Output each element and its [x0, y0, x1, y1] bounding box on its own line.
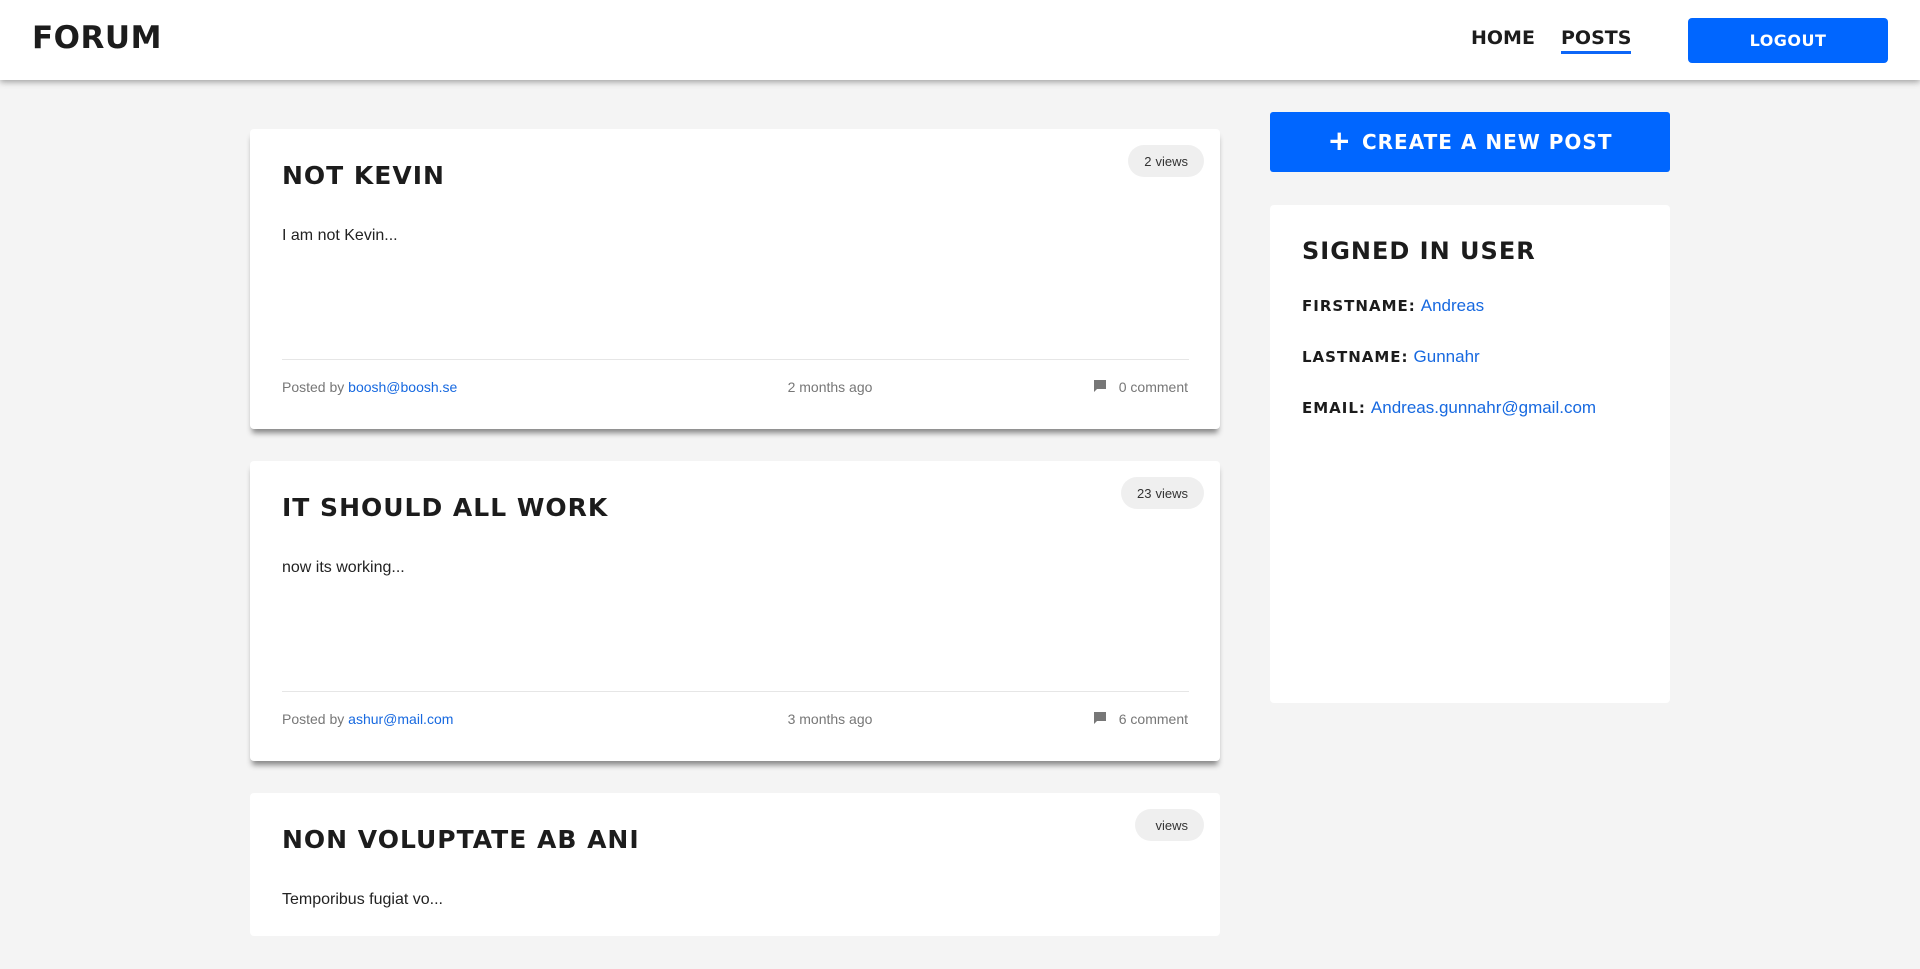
views-label: views [1155, 817, 1188, 833]
post-author-link[interactable]: ashur@mail.com [348, 711, 453, 727]
lastname-label: LASTNAME: [1302, 348, 1409, 366]
post-card[interactable]: 23 views IT SHOULD ALL WORK now its work… [250, 461, 1220, 761]
post-title[interactable]: NOT KEVIN [282, 161, 445, 190]
top-navbar: FORUM HOME POSTS LOGOUT [0, 0, 1920, 80]
post-excerpt: now its working... [282, 559, 405, 576]
post-comments[interactable]: 0 comment [1093, 379, 1188, 395]
views-label: views [1155, 485, 1188, 501]
post-title[interactable]: IT SHOULD ALL WORK [282, 493, 608, 522]
post-author-link[interactable]: boosh@boosh.se [348, 379, 457, 395]
create-post-button[interactable]: + CREATE A NEW POST [1270, 112, 1670, 172]
user-email-row: EMAIL: Andreas.gunnahr@gmail.com [1302, 398, 1596, 418]
post-timestamp: 3 months ago [787, 711, 873, 727]
post-card[interactable]: 2 views NOT KEVIN I am not Kevin... Post… [250, 129, 1220, 429]
firstname-value: Andreas [1420, 296, 1485, 315]
views-count: 2 [1144, 153, 1152, 169]
views-badge: 23 views [1121, 477, 1204, 509]
post-card[interactable]: views NON VOLUPTATE AB ANI Temporibus fu… [250, 793, 1220, 936]
plus-icon: + [1327, 124, 1352, 157]
comment-count: 6 comment [1118, 711, 1188, 727]
lastname-value: Gunnahr [1413, 347, 1480, 366]
post-divider [282, 359, 1189, 360]
post-excerpt: Temporibus fugiat vo... [282, 891, 443, 908]
posted-by-label: Posted by [282, 379, 345, 395]
user-firstname-row: FIRSTNAME: Andreas [1302, 296, 1484, 316]
post-author-line: Posted by ashur@mail.com [282, 711, 453, 727]
post-title[interactable]: NON VOLUPTATE AB ANI [282, 825, 640, 854]
comment-icon [1093, 712, 1106, 724]
logout-button[interactable]: LOGOUT [1688, 18, 1888, 63]
email-value: Andreas.gunnahr@gmail.com [1370, 398, 1597, 417]
comment-icon [1093, 380, 1106, 392]
site-logo[interactable]: FORUM [32, 20, 162, 56]
user-lastname-row: LASTNAME: Gunnahr [1302, 347, 1480, 367]
email-label: EMAIL: [1302, 399, 1366, 417]
create-post-label: CREATE A NEW POST [1361, 130, 1613, 154]
views-badge: 2 views [1128, 145, 1204, 177]
views-badge: views [1135, 809, 1204, 841]
post-comments[interactable]: 6 comment [1093, 711, 1188, 727]
posted-by-label: Posted by [282, 711, 345, 727]
post-timestamp: 2 months ago [787, 379, 873, 395]
signed-in-user-card: SIGNED IN USER FIRSTNAME: Andreas LASTNAM… [1270, 205, 1670, 703]
views-label: views [1155, 153, 1188, 169]
firstname-label: FIRSTNAME: [1302, 297, 1416, 315]
post-divider [282, 691, 1189, 692]
nav-home-link[interactable]: HOME [1471, 27, 1535, 49]
comment-count: 0 comment [1118, 379, 1188, 395]
views-count: 23 [1137, 485, 1152, 501]
nav-posts-link[interactable]: POSTS [1561, 27, 1632, 54]
post-excerpt: I am not Kevin... [282, 227, 398, 244]
post-author-line: Posted by boosh@boosh.se [282, 379, 457, 395]
user-card-title: SIGNED IN USER [1302, 237, 1536, 265]
